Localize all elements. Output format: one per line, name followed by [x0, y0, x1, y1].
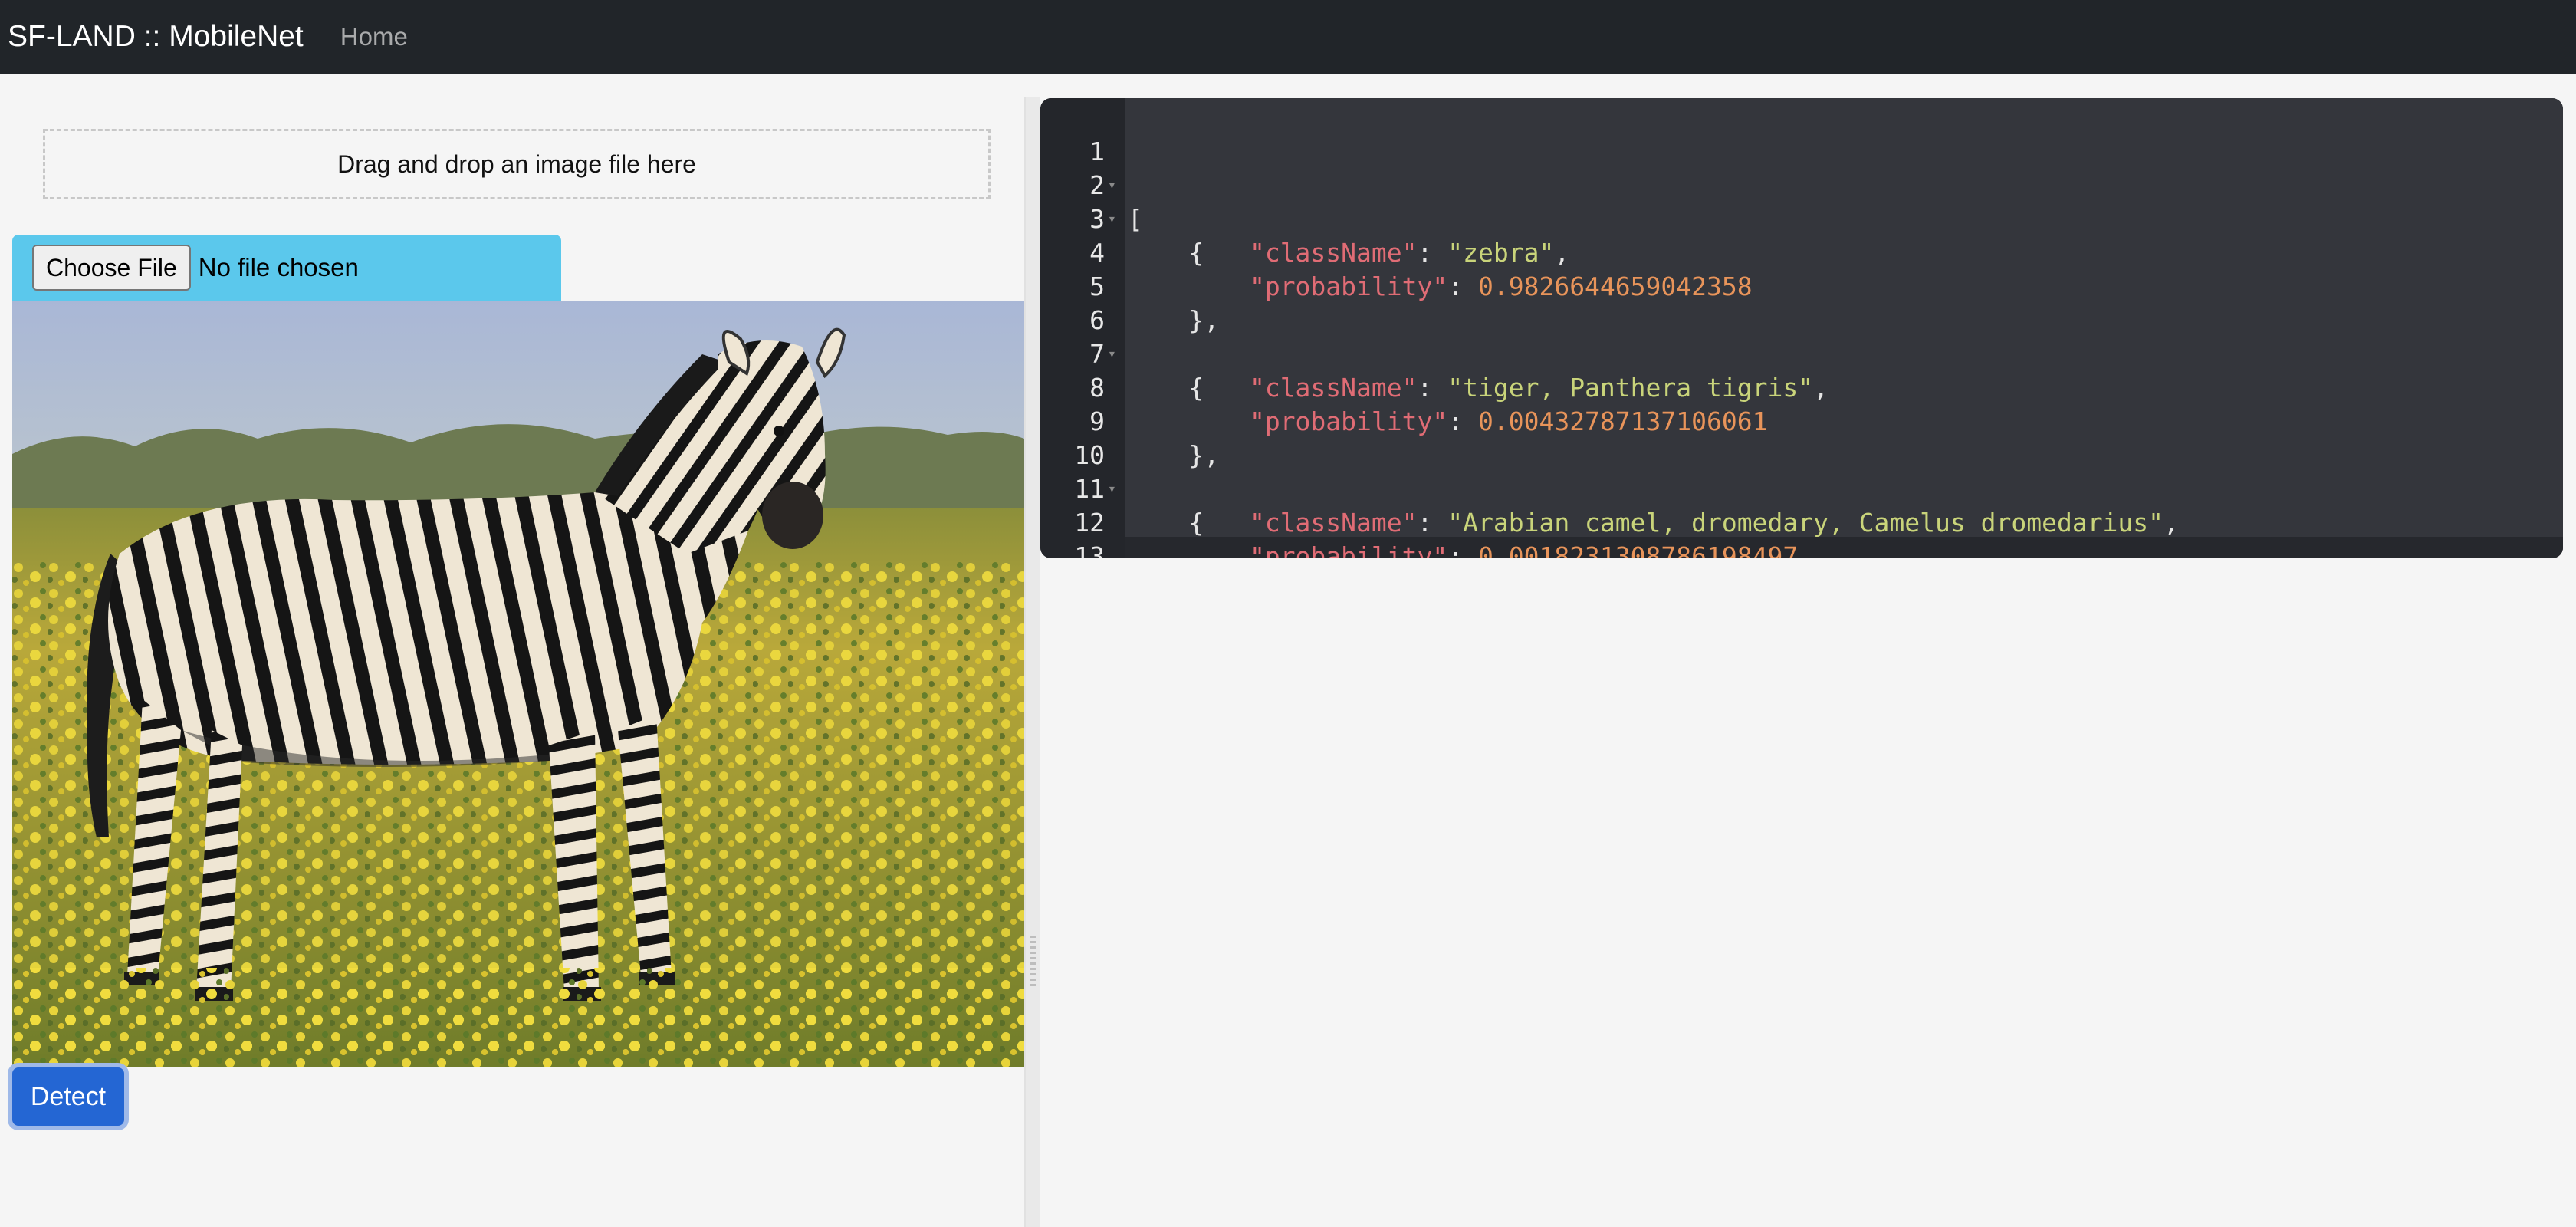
choose-file-button[interactable]: Choose File [32, 245, 191, 291]
upload-panel: Drag and drop an image file here Choose … [0, 74, 1024, 1227]
file-status-text: No file chosen [198, 253, 359, 281]
navbar: SF-LAND :: MobileNet Home [0, 0, 2576, 74]
code-line: 4 "probability": 0.9826644659042358 [1040, 202, 2563, 301]
uploaded-image-preview [12, 301, 1024, 1067]
nav-home-link[interactable]: Home [340, 22, 408, 51]
json-result-editor[interactable]: 1 ▾ [ 2 ▾ { 3 "className": "zebra", 4 "p… [1040, 98, 2563, 558]
brand-title[interactable]: SF-LAND :: MobileNet [8, 20, 304, 54]
code-line: 6 ▾ { [1040, 270, 2563, 403]
code-line: 13 } [1040, 506, 2563, 558]
zebra-photo [12, 301, 1024, 1067]
code-line: 12 "probability": 0.0018231308786198497 [1040, 472, 2563, 558]
dropzone-label: Drag and drop an image file here [337, 150, 696, 178]
code-line: 7 "className": "tiger, Panthera tigris", [1040, 304, 2563, 403]
code-line: 10 ▾ { [1040, 405, 2563, 538]
code-line: 2 ▾ { [1040, 135, 2563, 268]
code-line: 9 }, [1040, 371, 2563, 470]
pane-splitter[interactable] [1024, 97, 1040, 1227]
code-line: 11 "className": "Arabian camel, dromedar… [1040, 439, 2563, 538]
code-line: 5 }, [1040, 236, 2563, 335]
code-line: 1 ▾ [ [1040, 101, 2563, 234]
code-line: 8 "probability": 0.00432787137106061 [1040, 337, 2563, 436]
image-dropzone[interactable]: Drag and drop an image file here [43, 129, 991, 199]
code-line: 14 ] [1040, 540, 2563, 558]
detect-button[interactable]: Detect [12, 1067, 124, 1126]
code-line: 3 "className": "zebra", [1040, 169, 2563, 268]
file-input-bar: Choose File No file chosen [12, 235, 561, 301]
splitter-grip-icon[interactable] [1030, 933, 1036, 986]
